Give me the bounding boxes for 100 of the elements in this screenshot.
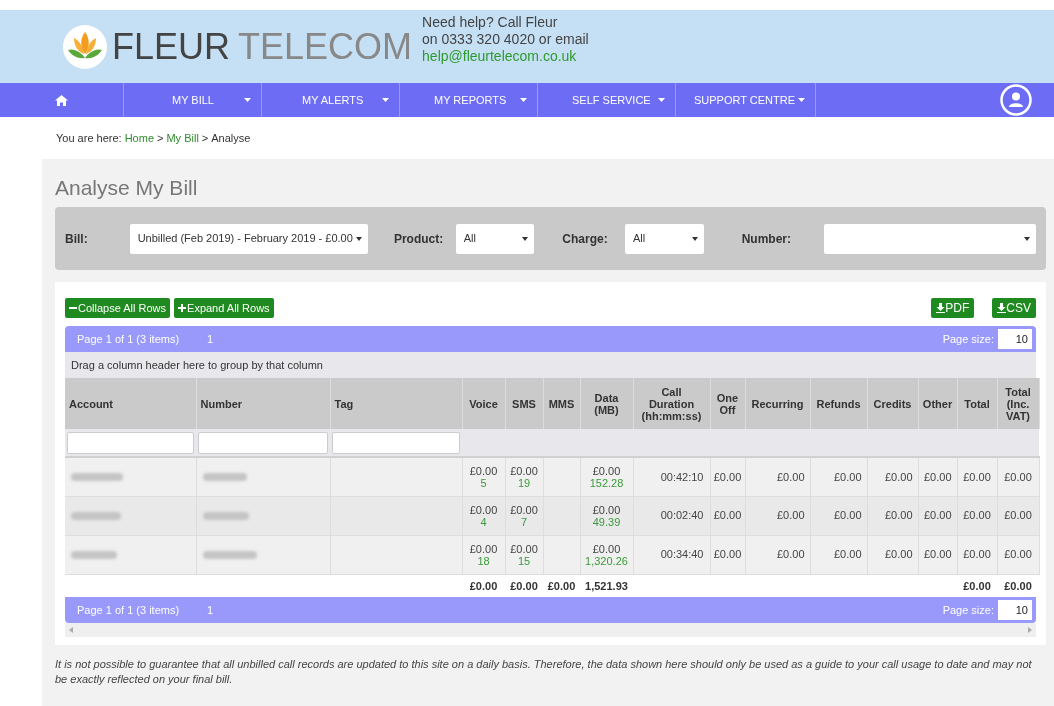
usage-count-text: 1,320.26 xyxy=(584,554,629,567)
amount-text: £0.00 xyxy=(776,509,805,522)
dropdown-field[interactable]: All xyxy=(625,223,704,254)
amount-text: £0.00 xyxy=(963,548,991,561)
caret-icon xyxy=(798,98,806,102)
total-text: £0.00 xyxy=(963,579,991,592)
usage-count-text: 152.28 xyxy=(588,476,625,489)
plus-icon xyxy=(178,304,187,312)
total-text: £0.00 xyxy=(469,579,498,592)
download-button[interactable]: CSV xyxy=(992,298,1036,318)
amount-text: £0.00 xyxy=(713,509,742,522)
page-size-label: Page size: xyxy=(942,602,994,618)
caret-icon xyxy=(520,98,527,102)
usage-count-text: 4 xyxy=(479,515,488,528)
amount-text: £0.00 xyxy=(963,509,991,522)
pager-summary: Page 1 of 1 (3 items) xyxy=(77,602,180,618)
amount-text: £0.00 xyxy=(468,503,499,516)
filter-label: Charge: xyxy=(562,230,609,248)
flower-logo-icon xyxy=(62,23,108,70)
filter-label: Product: xyxy=(393,230,445,248)
duration-text: 00:34:40 xyxy=(660,548,704,561)
total-text: £0.00 xyxy=(510,579,538,592)
redacted-text xyxy=(202,472,247,481)
usage-count-text: 19 xyxy=(516,476,532,489)
logo-text: TELECOM xyxy=(238,26,413,67)
nav-menu-item[interactable]: MY ALERTS xyxy=(262,83,400,117)
page-size-label: Page size: xyxy=(942,331,994,347)
disclaimer-text: It is not possible to guarantee that all unbilled call records are updated to this site on a daily basis. Therefore, the data shown here should only be used as a guide to your call usage to date and may not be exactly reflected on your final bill. xyxy=(55,657,1033,687)
scroll-left-icon[interactable] xyxy=(69,627,73,633)
page-size-field[interactable]: 10 xyxy=(998,329,1032,349)
duration-text: 00:02:40 xyxy=(660,509,704,522)
caret-icon xyxy=(691,236,698,241)
download-icon xyxy=(997,303,1007,313)
breadcrumb-separator: > xyxy=(157,130,164,146)
collapse-rows-button[interactable]: Collapse All Rows xyxy=(65,298,171,318)
usage-count-text: 5 xyxy=(479,476,488,489)
breadcrumb-link[interactable]: My Bill xyxy=(166,129,199,147)
amount-text: £0.00 xyxy=(509,464,539,477)
redacted-text xyxy=(202,511,249,520)
redacted-text xyxy=(71,550,117,559)
nav-menu-item[interactable]: SUPPORT CENTRE xyxy=(676,83,816,117)
nav-menu-item[interactable]: MY BILL xyxy=(124,83,262,117)
scroll-right-icon[interactable] xyxy=(1028,627,1032,633)
amount-text: £0.00 xyxy=(923,548,952,561)
caret-icon xyxy=(1024,236,1030,241)
usage-count-text: 18 xyxy=(476,554,491,567)
dropdown-field[interactable]: All xyxy=(455,223,535,254)
help-text: on 0333 320 4020 or email xyxy=(422,31,589,48)
amount-text: £0.00 xyxy=(713,548,742,561)
amount-text: £0.00 xyxy=(884,548,913,561)
usage-count-text: 15 xyxy=(516,554,532,567)
amount-text: £0.00 xyxy=(776,548,805,561)
amount-text: £0.00 xyxy=(713,470,742,483)
caret-icon xyxy=(382,98,389,102)
expand-rows-button[interactable]: Expand All Rows xyxy=(174,298,274,318)
amount-text: £0.00 xyxy=(833,509,862,522)
amount-text: £0.00 xyxy=(963,470,991,483)
user-avatar-icon[interactable] xyxy=(1000,84,1032,116)
breadcrumb-label: You are here: xyxy=(56,130,122,146)
group-panel: Drag a column header here to group by that column xyxy=(65,352,1036,378)
page-size-field[interactable]: 10 xyxy=(998,600,1032,620)
redacted-text xyxy=(71,511,121,520)
amount-text: £0.00 xyxy=(776,470,805,483)
amount-text: £0.00 xyxy=(591,464,622,477)
filter-input[interactable] xyxy=(198,431,328,454)
pager-summary: Page 1 of 1 (3 items) xyxy=(77,331,180,347)
download-icon xyxy=(936,303,946,313)
dropdown-field[interactable]: Unbilled (Feb 2019) - February 2019 - £0.00 xyxy=(129,223,368,254)
page-title: Analyse My Bill xyxy=(55,175,199,201)
help-text: Need help? Call Fleur xyxy=(422,14,559,31)
filter-input[interactable] xyxy=(67,431,194,454)
amount-text: £0.00 xyxy=(509,542,539,555)
horizontal-scrollbar[interactable] xyxy=(65,623,1036,637)
total-text: £0.00 xyxy=(1004,579,1032,592)
caret-icon xyxy=(522,236,529,241)
nav-menu-item[interactable]: SELF SERVICE xyxy=(538,83,676,117)
logo-text: FLEUR xyxy=(112,26,231,67)
total-text: £0.00 xyxy=(547,579,576,592)
amount-text: £0.00 xyxy=(923,470,952,483)
filter-label: Number: xyxy=(741,230,792,248)
duration-text: 00:42:10 xyxy=(660,470,704,483)
usage-count-text: 49.39 xyxy=(591,515,622,528)
minus-icon xyxy=(69,304,77,312)
breadcrumb-separator: > xyxy=(201,130,209,146)
breadcrumb-link[interactable]: Home xyxy=(124,129,154,147)
total-text: 1,521.93 xyxy=(585,579,628,592)
amount-text: £0.00 xyxy=(833,470,862,483)
amount-text: £0.00 xyxy=(468,464,499,477)
amount-text: £0.00 xyxy=(1004,548,1032,561)
amount-text: £0.00 xyxy=(833,548,862,561)
caret-icon xyxy=(355,236,362,241)
download-button[interactable]: PDF xyxy=(931,298,975,318)
filter-input[interactable] xyxy=(332,431,460,454)
amount-text: £0.00 xyxy=(884,509,913,522)
home-icon[interactable] xyxy=(55,94,68,106)
redacted-text xyxy=(202,550,257,559)
nav-menu-item[interactable]: MY REPORTS xyxy=(400,83,538,117)
dropdown-field[interactable] xyxy=(824,223,1036,254)
amount-text: £0.00 xyxy=(1004,470,1032,483)
amount-text: £0.00 xyxy=(1004,509,1032,522)
